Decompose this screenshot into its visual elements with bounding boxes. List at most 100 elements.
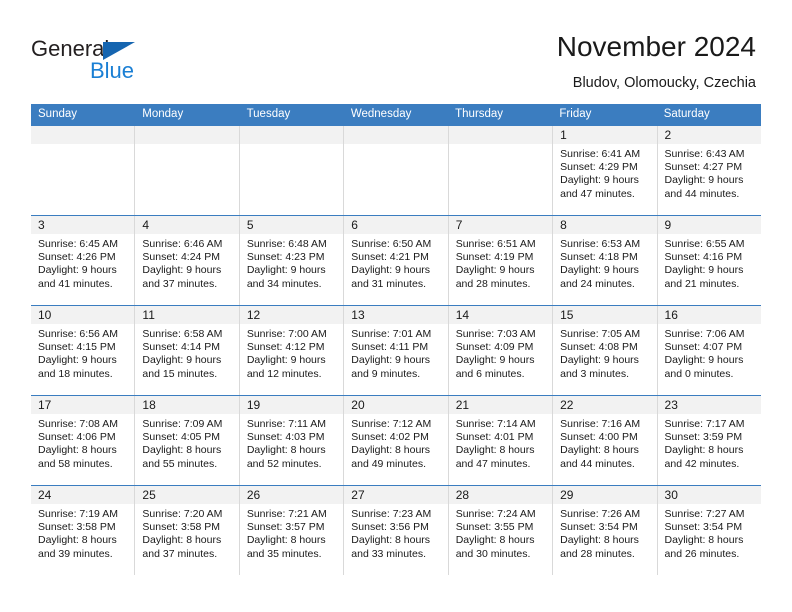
daylight-text-line2: and 55 minutes. xyxy=(142,457,218,470)
day-number-bar: 11 xyxy=(135,306,239,324)
daylight-text-line2: and 0 minutes. xyxy=(664,367,734,380)
day-cell[interactable]: 27 Sunrise: 7:23 AM Sunset: 3:56 PM Dayl… xyxy=(344,486,449,575)
day-cell[interactable] xyxy=(448,126,554,215)
day-cell[interactable]: 22 Sunrise: 7:16 AM Sunset: 4:00 PM Dayl… xyxy=(553,396,658,485)
daylight-text-line2: and 47 minutes. xyxy=(560,187,635,200)
sunset-text: Sunset: 3:55 PM xyxy=(455,521,534,534)
daylight-text-line1: Daylight: 8 hours xyxy=(664,534,744,547)
day-cell[interactable] xyxy=(31,126,136,215)
day-cell[interactable]: 2 Sunrise: 6:43 AM Sunset: 4:27 PM Dayli… xyxy=(657,126,761,215)
daylight-text-line2: and 12 minutes. xyxy=(246,367,322,380)
day-cell[interactable]: 7 Sunrise: 6:51 AM Sunset: 4:19 PM Dayli… xyxy=(448,216,554,305)
daylight-text-line2: and 37 minutes. xyxy=(142,277,218,290)
day-cell[interactable]: 13 Sunrise: 7:01 AM Sunset: 4:11 PM Dayl… xyxy=(344,306,449,395)
page-title: November 2024 xyxy=(556,31,756,62)
day-cell[interactable]: 10 Sunrise: 6:56 AM Sunset: 4:15 PM Dayl… xyxy=(31,306,136,395)
sunset-text: Sunset: 4:14 PM xyxy=(142,341,221,354)
day-number-bar: 5 xyxy=(239,216,344,234)
daylight-text-line1: Daylight: 8 hours xyxy=(351,534,431,547)
day-cell[interactable]: 11 Sunrise: 6:58 AM Sunset: 4:14 PM Dayl… xyxy=(135,306,240,395)
day-cell[interactable] xyxy=(344,126,449,215)
day-cell[interactable]: 25 Sunrise: 7:20 AM Sunset: 3:58 PM Dayl… xyxy=(135,486,240,575)
day-cell[interactable]: 30 Sunrise: 7:27 AM Sunset: 3:54 PM Dayl… xyxy=(657,486,761,575)
sunrise-text: Sunrise: 7:12 AM xyxy=(351,418,432,430)
day-number-bar: 18 xyxy=(135,396,239,414)
day-number: 7 xyxy=(455,218,463,232)
sunset-text: Sunset: 4:24 PM xyxy=(142,251,221,264)
day-cell[interactable]: 12 Sunrise: 7:00 AM Sunset: 4:12 PM Dayl… xyxy=(239,306,345,395)
daylight-text-line1: Daylight: 8 hours xyxy=(560,444,639,457)
sunrise-text: Sunrise: 7:26 AM xyxy=(560,508,641,520)
day-cell[interactable]: 23 Sunrise: 7:17 AM Sunset: 3:59 PM Dayl… xyxy=(657,396,761,485)
day-number-bar: 3 xyxy=(31,216,135,234)
day-cell[interactable]: 17 Sunrise: 7:08 AM Sunset: 4:06 PM Dayl… xyxy=(31,396,136,485)
sunset-text: Sunset: 4:08 PM xyxy=(560,341,638,354)
daylight-text-line1: Daylight: 9 hours xyxy=(351,354,431,367)
day-cell[interactable] xyxy=(239,126,345,215)
day-cell[interactable]: 6 Sunrise: 6:50 AM Sunset: 4:21 PM Dayli… xyxy=(344,216,449,305)
day-cell[interactable]: 14 Sunrise: 7:03 AM Sunset: 4:09 PM Dayl… xyxy=(448,306,554,395)
daylight-text-line2: and 42 minutes. xyxy=(664,457,740,470)
sunrise-text: Sunrise: 6:43 AM xyxy=(664,148,745,160)
sunset-text: Sunset: 4:05 PM xyxy=(142,431,221,444)
logo-row-blue: Blue xyxy=(31,59,221,83)
day-cell[interactable]: 28 Sunrise: 7:24 AM Sunset: 3:55 PM Dayl… xyxy=(448,486,554,575)
day-info: Sunrise: 7:26 AM Sunset: 3:54 PM Dayligh… xyxy=(553,504,656,561)
day-number: 9 xyxy=(664,218,672,232)
daylight-text-line1: Daylight: 9 hours xyxy=(455,354,535,367)
day-number-bar xyxy=(239,126,344,144)
daylight-text-line1: Daylight: 9 hours xyxy=(351,264,431,277)
day-info: Sunrise: 6:50 AM Sunset: 4:21 PM Dayligh… xyxy=(344,234,447,291)
calendar-grid: Sunday Monday Tuesday Wednesday Thursday… xyxy=(31,104,761,575)
daylight-text-line2: and 35 minutes. xyxy=(246,547,322,560)
day-info xyxy=(344,144,447,148)
day-info: Sunrise: 7:11 AM Sunset: 4:03 PM Dayligh… xyxy=(240,414,343,471)
day-number-bar: 4 xyxy=(135,216,239,234)
day-cell[interactable]: 3 Sunrise: 6:45 AM Sunset: 4:26 PM Dayli… xyxy=(31,216,136,305)
sunrise-text: Sunrise: 7:06 AM xyxy=(664,328,745,340)
daylight-text-line2: and 3 minutes. xyxy=(560,367,629,380)
daylight-text-line1: Daylight: 9 hours xyxy=(246,354,326,367)
day-cell[interactable]: 15 Sunrise: 7:05 AM Sunset: 4:08 PM Dayl… xyxy=(553,306,658,395)
day-cell[interactable]: 18 Sunrise: 7:09 AM Sunset: 4:05 PM Dayl… xyxy=(135,396,240,485)
daylight-text-line1: Daylight: 8 hours xyxy=(246,534,326,547)
daylight-text-line1: Daylight: 9 hours xyxy=(664,264,744,277)
day-info: Sunrise: 7:14 AM Sunset: 4:01 PM Dayligh… xyxy=(449,414,552,471)
day-number: 18 xyxy=(142,398,156,412)
daylight-text-line2: and 33 minutes. xyxy=(351,547,426,560)
daylight-text-line2: and 24 minutes. xyxy=(560,277,635,290)
day-cell[interactable]: 1 Sunrise: 6:41 AM Sunset: 4:29 PM Dayli… xyxy=(553,126,658,215)
sunset-text: Sunset: 4:23 PM xyxy=(246,251,325,264)
day-info xyxy=(240,144,343,148)
day-cell[interactable]: 5 Sunrise: 6:48 AM Sunset: 4:23 PM Dayli… xyxy=(239,216,345,305)
daylight-text-line1: Daylight: 9 hours xyxy=(142,264,222,277)
sunset-text: Sunset: 4:15 PM xyxy=(38,341,116,354)
day-number-bar: 12 xyxy=(239,306,344,324)
day-number-bar: 29 xyxy=(553,486,657,504)
sunset-text: Sunset: 4:11 PM xyxy=(351,341,429,354)
day-cell[interactable]: 8 Sunrise: 6:53 AM Sunset: 4:18 PM Dayli… xyxy=(553,216,658,305)
day-cell[interactable]: 4 Sunrise: 6:46 AM Sunset: 4:24 PM Dayli… xyxy=(135,216,240,305)
day-cell[interactable]: 26 Sunrise: 7:21 AM Sunset: 3:57 PM Dayl… xyxy=(239,486,345,575)
day-cell[interactable]: 16 Sunrise: 7:06 AM Sunset: 4:07 PM Dayl… xyxy=(657,306,761,395)
sunset-text: Sunset: 3:58 PM xyxy=(38,521,116,534)
week-row: 10 Sunrise: 6:56 AM Sunset: 4:15 PM Dayl… xyxy=(31,305,761,395)
day-cell[interactable]: 19 Sunrise: 7:11 AM Sunset: 4:03 PM Dayl… xyxy=(239,396,345,485)
day-cell[interactable]: 21 Sunrise: 7:14 AM Sunset: 4:01 PM Dayl… xyxy=(448,396,554,485)
day-cell[interactable] xyxy=(135,126,240,215)
day-number-bar: 25 xyxy=(135,486,239,504)
daylight-text-line1: Daylight: 8 hours xyxy=(142,444,222,457)
day-number-bar: 17 xyxy=(31,396,135,414)
daylight-text-line2: and 44 minutes. xyxy=(560,457,635,470)
day-cell[interactable]: 9 Sunrise: 6:55 AM Sunset: 4:16 PM Dayli… xyxy=(657,216,761,305)
day-cell[interactable]: 20 Sunrise: 7:12 AM Sunset: 4:02 PM Dayl… xyxy=(344,396,449,485)
week-row: 1 Sunrise: 6:41 AM Sunset: 4:29 PM Dayli… xyxy=(31,125,761,215)
general-blue-logo[interactable]: General Blue xyxy=(31,36,221,84)
day-info: Sunrise: 6:48 AM Sunset: 4:23 PM Dayligh… xyxy=(240,234,343,291)
day-cell[interactable]: 29 Sunrise: 7:26 AM Sunset: 3:54 PM Dayl… xyxy=(553,486,658,575)
sunset-text: Sunset: 4:26 PM xyxy=(38,251,116,264)
daylight-text-line1: Daylight: 8 hours xyxy=(664,444,744,457)
day-cell[interactable]: 24 Sunrise: 7:19 AM Sunset: 3:58 PM Dayl… xyxy=(31,486,136,575)
logo-text-blue: Blue xyxy=(90,58,135,83)
daylight-text-line2: and 28 minutes. xyxy=(560,547,635,560)
